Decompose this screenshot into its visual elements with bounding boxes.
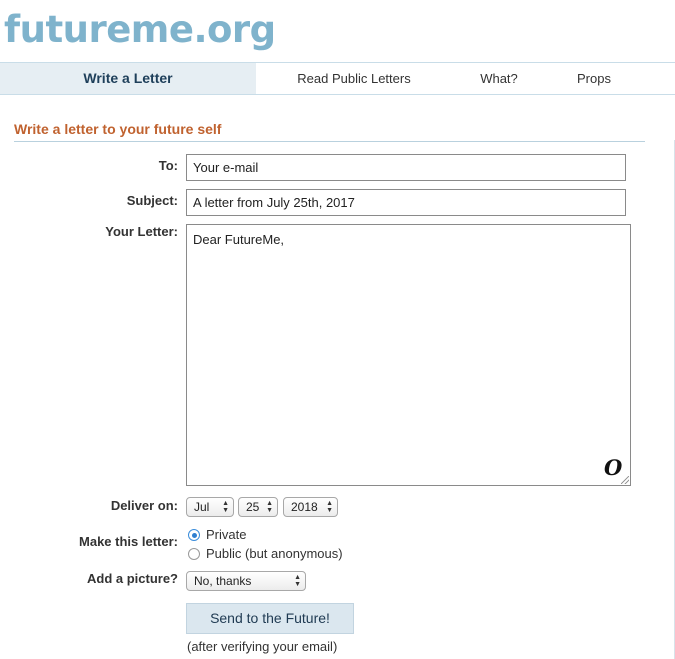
subject-label: Subject: [126, 193, 178, 208]
radio-unchecked-icon[interactable] [188, 548, 200, 560]
radio-public-label: Public (but anonymous) [206, 546, 343, 561]
title-divider [14, 141, 645, 142]
privacy-label: Make this letter: [79, 534, 178, 549]
day-select[interactable]: 25 ▲ ▼ [238, 497, 278, 517]
send-button[interactable]: Send to the Future! [186, 603, 354, 634]
radio-private[interactable]: Private [188, 527, 246, 542]
year-select[interactable]: 2018 ▲ ▼ [283, 497, 338, 517]
main-nav: Write a Letter Read Public Letters What?… [0, 62, 675, 95]
email-field[interactable] [186, 154, 626, 181]
picture-label: Add a picture? [86, 571, 178, 586]
subject-field[interactable] [186, 189, 626, 216]
to-label: To: [158, 158, 178, 173]
resize-handle[interactable] [621, 476, 629, 484]
letter-label: Your Letter: [105, 224, 178, 239]
deliver-label: Deliver on: [110, 498, 178, 513]
letter-textarea[interactable]: Dear FutureMe, [186, 224, 631, 486]
year-value: 2018 [291, 500, 318, 514]
select-arrows-icon: ▲ ▼ [294, 574, 301, 588]
select-arrows-icon: ▲ ▼ [222, 500, 229, 514]
verify-note: (after verifying your email) [187, 639, 338, 654]
tab-props[interactable]: Props [546, 63, 642, 94]
radio-private-label: Private [206, 527, 247, 542]
month-value: Jul [194, 500, 210, 514]
site-logo[interactable]: futureme.org [4, 8, 276, 52]
form-title: Write a letter to your future self [14, 121, 222, 137]
month-select[interactable]: Jul ▲ ▼ [186, 497, 234, 517]
tab-write-a-letter[interactable]: Write a Letter [0, 63, 256, 94]
picture-select[interactable]: No, thanks ▲ ▼ [186, 571, 306, 591]
radio-public[interactable]: Public (but anonymous) [188, 546, 343, 561]
tab-what[interactable]: What? [452, 63, 546, 94]
picture-value: No, thanks [194, 574, 252, 588]
tab-read-public-letters[interactable]: Read Public Letters [256, 63, 452, 94]
grammar-extension-icon[interactable]: O [604, 455, 622, 480]
radio-checked-icon[interactable] [188, 529, 200, 541]
select-arrows-icon: ▲ ▼ [326, 500, 333, 514]
select-arrows-icon: ▲ ▼ [266, 500, 273, 514]
day-value: 25 [246, 500, 260, 514]
